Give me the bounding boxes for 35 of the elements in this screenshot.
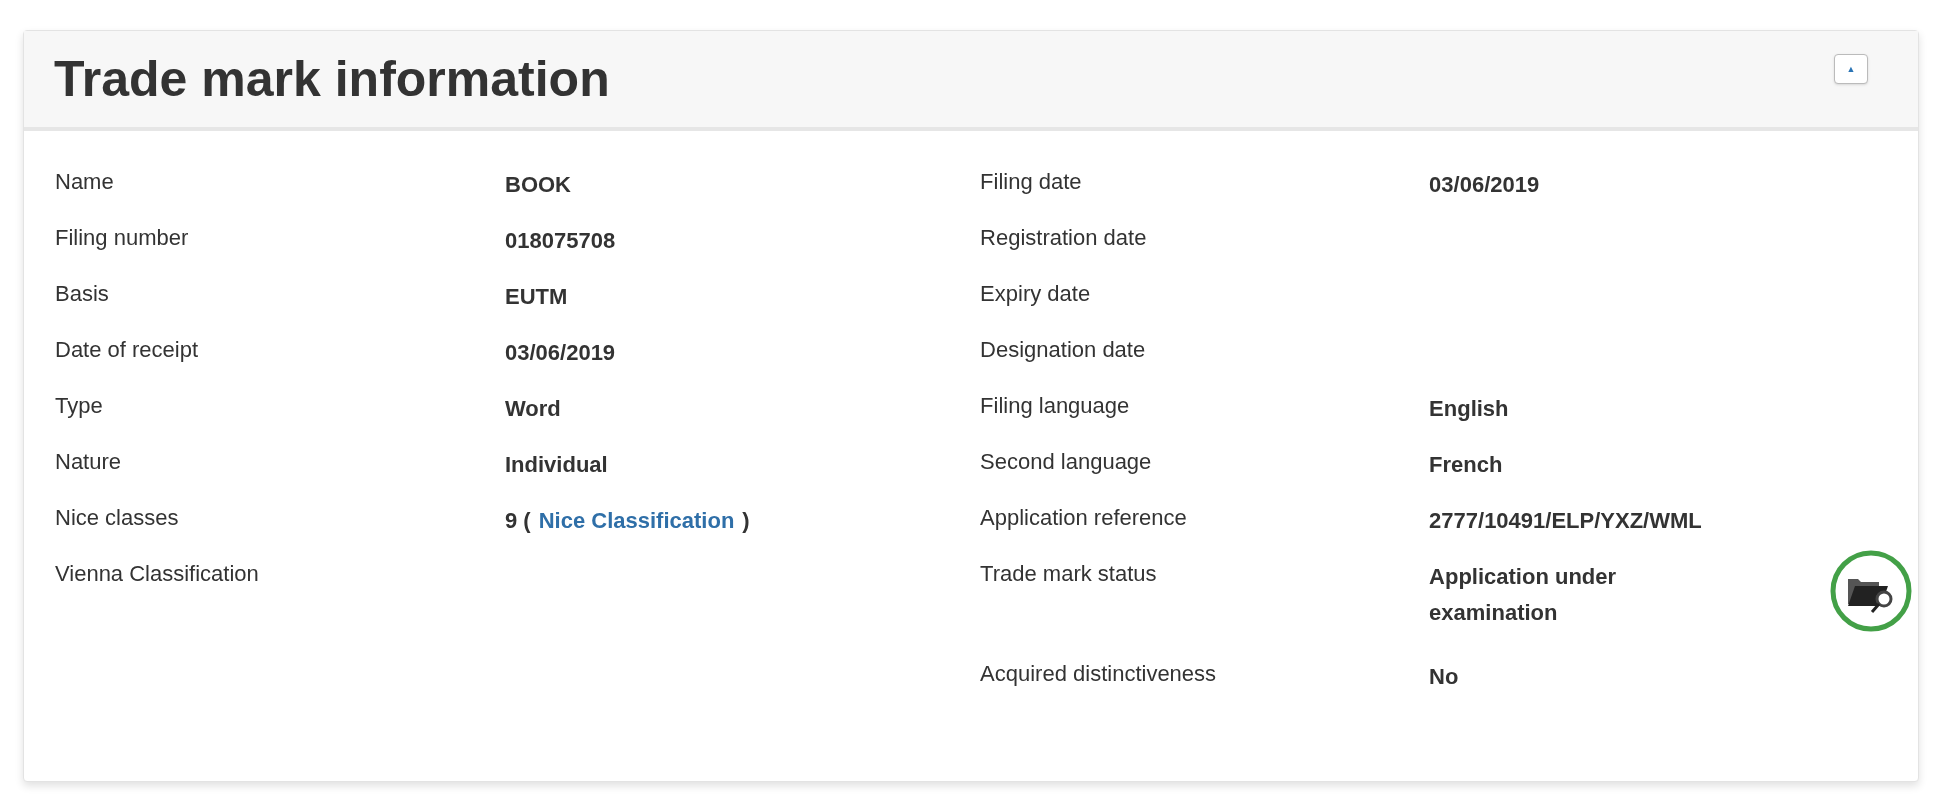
field-label: Second language: [980, 448, 1153, 476]
field-value: 03/06/2019: [1429, 171, 1540, 199]
field-label: Registration date: [980, 224, 1148, 252]
field-label: Vienna Classification: [55, 560, 260, 588]
field-value: 2777/10491/ELP/YXZ/WML: [1429, 507, 1702, 535]
field-label: Application reference: [980, 504, 1188, 532]
field-label: Designation date: [980, 336, 1147, 364]
field-value: 018075708: [505, 227, 616, 255]
field-label: Filing date: [980, 168, 1083, 196]
collapse-button[interactable]: ▲: [1834, 54, 1868, 84]
classification-link[interactable]: Nice Classification: [538, 503, 735, 539]
field-value: French: [1429, 451, 1503, 479]
field-value: ): [742, 507, 750, 535]
panel-title: Trade mark information: [54, 49, 610, 109]
field-value: Word: [505, 395, 561, 423]
field-value: 9 (: [505, 507, 531, 535]
field-label: Name: [55, 168, 115, 196]
field-value: Individual: [505, 451, 608, 479]
field-label: Date of receipt: [55, 336, 200, 364]
field-label: Filing language: [980, 392, 1131, 420]
field-label: Basis: [55, 280, 110, 308]
field-label: Trade mark status: [980, 560, 1158, 588]
field-label: Nature: [55, 448, 123, 476]
folder-search-icon[interactable]: [1829, 549, 1914, 633]
field-value: BOOK: [505, 171, 571, 199]
field-value: 03/06/2019: [505, 339, 616, 367]
field-label: Nice classes: [55, 504, 180, 532]
field-label: Filing number: [55, 224, 190, 252]
field-value: EUTM: [505, 283, 568, 311]
field-label: Expiry date: [980, 280, 1092, 308]
field-value: English: [1429, 395, 1509, 423]
field-label: Acquired distinctiveness: [980, 660, 1218, 688]
field-value: Application under examination: [1429, 563, 1618, 627]
field-label: Type: [55, 392, 104, 420]
field-value: No: [1429, 663, 1459, 691]
